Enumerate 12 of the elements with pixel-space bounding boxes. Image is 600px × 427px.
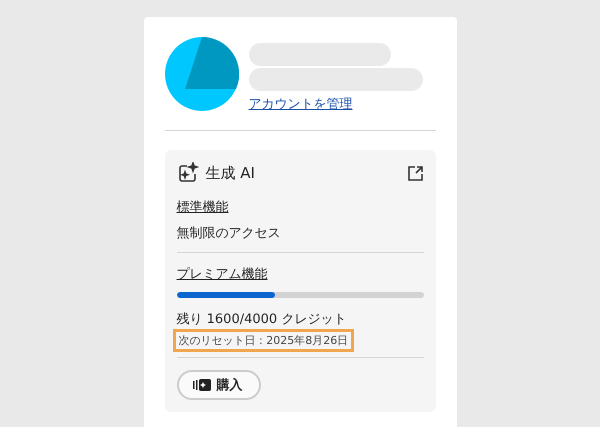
standard-features-value: 無制限のアクセス [176,225,282,242]
avatar-icon [164,37,238,111]
premium-features-link[interactable]: プレミアム機能 [176,265,424,283]
manage-account-link[interactable]: アカウントを管理 [248,95,422,113]
remaining-credits: 残り 1600/4000 クレジット [176,311,348,328]
reset-date: 次のリセット日 : 2025年8月26日 [172,329,354,352]
ai-sparkle-icon [176,162,198,184]
credits-icon [192,379,210,391]
standard-features-link[interactable]: 標準機能 [176,198,424,216]
external-link-icon[interactable] [406,164,424,182]
buy-button[interactable]: 購入 [176,370,260,400]
section-title: 生成 AI [206,164,256,182]
